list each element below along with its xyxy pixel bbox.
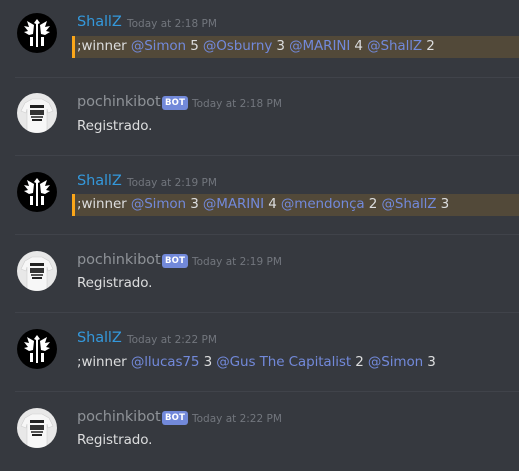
score-text: 5 <box>186 38 203 54</box>
message-group: pochinkibot BOT Today at 2:22 PM Registr… <box>0 394 519 471</box>
message-divider <box>15 234 519 235</box>
score-text: 3 <box>186 196 203 212</box>
score-text: 3 <box>423 354 436 370</box>
timestamp: Today at 2:18 PM <box>192 98 282 110</box>
bot-badge: BOT <box>162 96 189 110</box>
user-mention[interactable]: @MARINI <box>289 38 350 54</box>
message-group: pochinkibot BOT Today at 2:18 PM Registr… <box>0 80 519 160</box>
message-group: ShallZ Today at 2:19 PM ;winner @Simon 3… <box>0 158 519 238</box>
avatar-pochinkibot[interactable] <box>17 93 57 133</box>
command-text: ;winner <box>77 38 131 54</box>
username[interactable]: pochinkibot <box>77 252 161 268</box>
bot-badge: BOT <box>162 254 189 268</box>
user-mention[interactable]: @mendonça <box>281 196 365 212</box>
avatar-pochinkibot[interactable] <box>17 408 57 448</box>
command-text: ;winner <box>77 196 131 212</box>
message-content: Registrado. <box>77 432 153 448</box>
message-divider <box>15 155 519 156</box>
username[interactable]: ShallZ <box>77 14 122 30</box>
score-text: 2 <box>422 38 435 54</box>
username[interactable]: pochinkibot <box>77 409 161 425</box>
message-content: ;winner @Simon 5 @Osburny 3 @MARINI 4 @S… <box>77 38 435 54</box>
wing-emblem-icon <box>17 13 57 53</box>
message-divider <box>15 77 519 78</box>
avatar-shallz[interactable] <box>17 13 57 53</box>
message-content: ;winner @llucas75 3 @Gus The Capitalist … <box>77 354 436 370</box>
timestamp: Today at 2:19 PM <box>127 177 217 189</box>
user-mention[interactable]: @llucas75 <box>131 354 200 370</box>
bot-badge: BOT <box>162 411 189 425</box>
user-mention[interactable]: @ShallZ <box>367 38 422 54</box>
user-mention[interactable]: @ShallZ <box>381 196 436 212</box>
message-content: ;winner @Simon 3 @MARINI 4 @mendonça 2 @… <box>77 196 449 212</box>
avatar-pochinkibot[interactable] <box>17 251 57 291</box>
timestamp: Today at 2:18 PM <box>127 18 217 30</box>
score-text: 2 <box>364 196 382 212</box>
avatar-shallz[interactable] <box>17 172 57 212</box>
score-text: 3 <box>199 354 217 370</box>
username[interactable]: ShallZ <box>77 330 122 346</box>
score-text: 4 <box>350 38 368 54</box>
avatar-shallz[interactable] <box>17 329 57 369</box>
username[interactable]: pochinkibot <box>77 94 161 110</box>
user-mention[interactable]: @MARINI <box>203 196 264 212</box>
timestamp: Today at 2:22 PM <box>127 334 217 346</box>
wing-emblem-icon <box>17 329 57 369</box>
score-text: 3 <box>436 196 450 212</box>
chat-messages: ShallZ Today at 2:18 PM ;winner @Simon 5… <box>0 0 519 471</box>
message-content: Registrado. <box>77 118 153 134</box>
tshirt-avatar-icon <box>17 251 57 291</box>
message-group: ShallZ Today at 2:22 PM ;winner @llucas7… <box>0 316 519 396</box>
tshirt-avatar-icon <box>17 93 57 133</box>
command-text: ;winner <box>77 354 131 370</box>
message-divider <box>15 312 519 313</box>
message-group: pochinkibot BOT Today at 2:19 PM Registr… <box>0 237 519 317</box>
username[interactable]: ShallZ <box>77 173 122 189</box>
user-mention[interactable]: @Simon <box>368 354 423 370</box>
score-text: 2 <box>351 354 368 370</box>
message-group: ShallZ Today at 2:18 PM ;winner @Simon 5… <box>0 0 519 80</box>
user-mention[interactable]: @Osburny <box>203 38 272 54</box>
timestamp: Today at 2:19 PM <box>192 256 282 268</box>
user-mention[interactable]: @Gus The Capitalist <box>216 354 351 370</box>
message-divider <box>15 391 519 392</box>
wing-emblem-icon <box>17 172 57 212</box>
message-content: Registrado. <box>77 275 153 291</box>
user-mention[interactable]: @Simon <box>131 38 186 54</box>
score-text: 3 <box>272 38 290 54</box>
user-mention[interactable]: @Simon <box>131 196 186 212</box>
timestamp: Today at 2:22 PM <box>192 413 282 425</box>
score-text: 4 <box>264 196 281 212</box>
tshirt-avatar-icon <box>17 408 57 448</box>
